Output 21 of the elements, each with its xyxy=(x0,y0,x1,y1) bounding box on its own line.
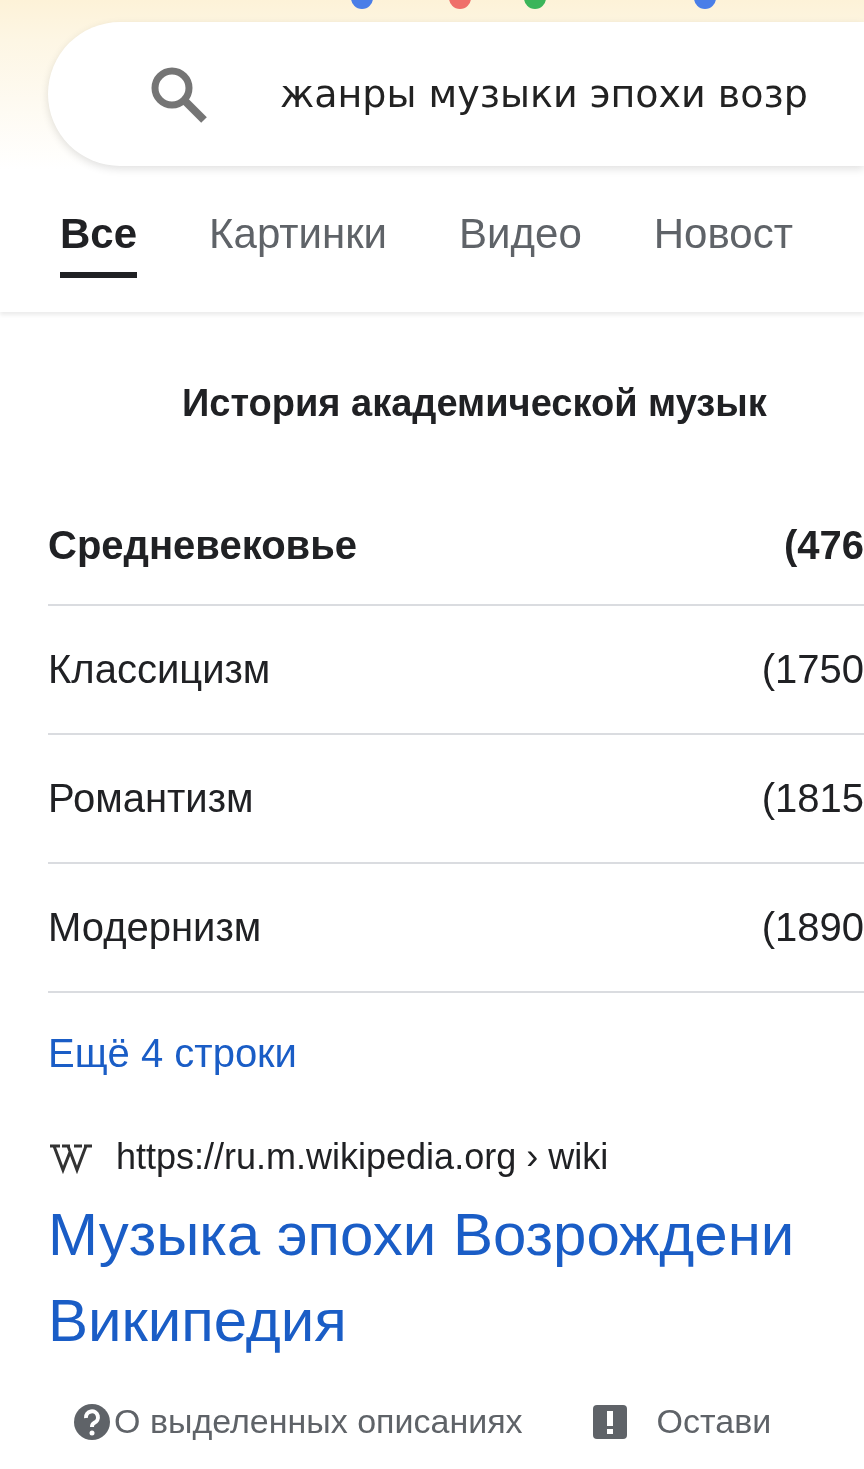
feedback-link[interactable]: Остави xyxy=(656,1402,772,1441)
about-snippets-link[interactable]: О выделенных описаниях xyxy=(114,1402,523,1441)
table-title: История академической музык xyxy=(182,382,768,426)
table-cell: (1815 xyxy=(761,776,864,821)
result-url: https://ru.m.wikipedia.org › wiki xyxy=(116,1136,609,1178)
tab[interactable]: Все xyxy=(60,210,138,278)
table-cell: Модернизм xyxy=(48,905,262,950)
table-cell: Классицизм xyxy=(48,647,271,692)
feedback-icon xyxy=(592,1404,627,1439)
tab[interactable]: Новост xyxy=(653,210,793,278)
table-cell: (476 xyxy=(783,522,864,568)
tab[interactable]: Картинки xyxy=(209,210,388,278)
table-cell: (1890 xyxy=(761,905,864,950)
help-icon xyxy=(74,1403,110,1440)
table-cell: (1750 xyxy=(761,647,864,692)
search-field[interactable]: жанры музыки эпохи возр xyxy=(48,22,864,166)
table-cell: Романтизм xyxy=(48,776,254,821)
result-title-link[interactable]: Музыка эпохи Возрождени Википедия xyxy=(48,1192,864,1364)
more-rows-link[interactable]: Ещё 4 строки xyxy=(48,1031,297,1076)
tab[interactable]: Видео xyxy=(459,210,582,278)
table-cell: Средневековье xyxy=(48,522,358,568)
